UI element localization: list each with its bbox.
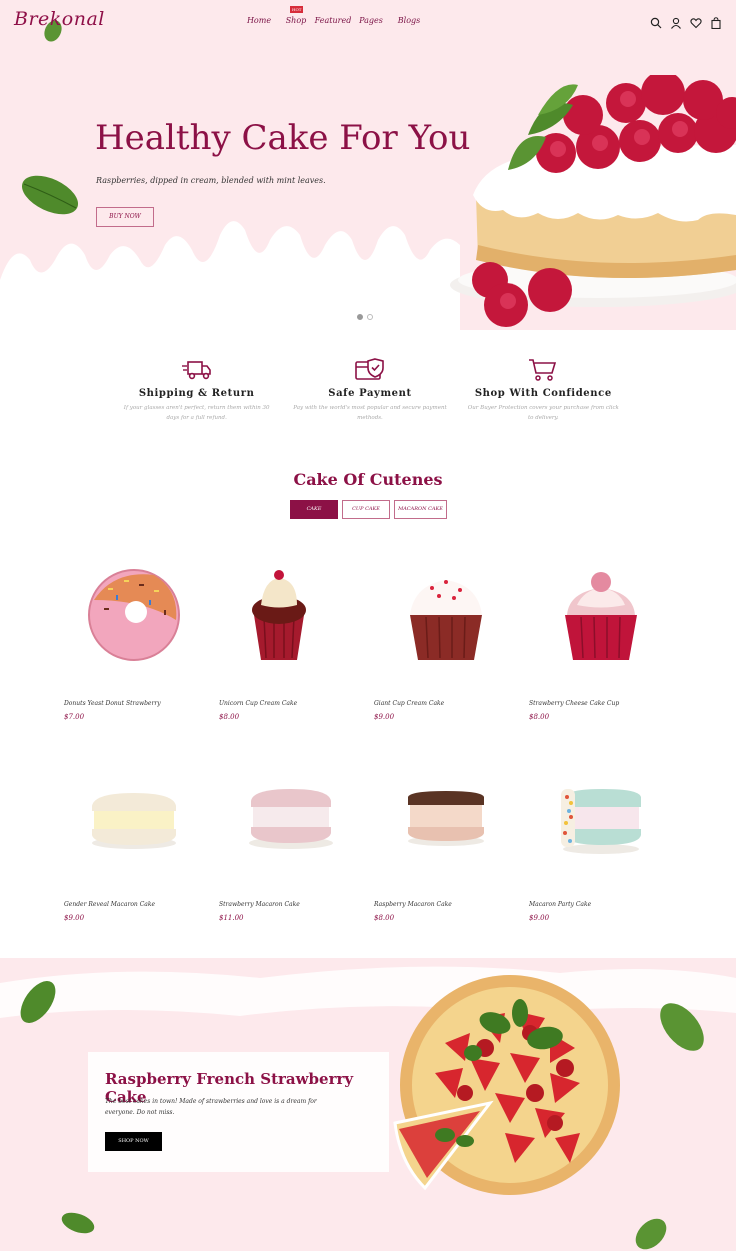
product-card[interactable]: Macaron Party Cake $9.00: [529, 761, 669, 922]
main-nav: Home HOT Shop Featured Pages Blogs: [240, 6, 428, 25]
tab-macaron-cake[interactable]: MACARON CAKE: [394, 500, 447, 519]
product-card[interactable]: Gender Reveal Macaron Cake $9.00: [64, 761, 204, 922]
slider-dot-1[interactable]: [357, 314, 363, 320]
bag-icon[interactable]: [710, 14, 722, 30]
product-image-macaron[interactable]: [64, 761, 184, 881]
product-name[interactable]: Macaron Party Cake: [529, 901, 591, 908]
leaf-decoration: [635, 1218, 667, 1250]
banner-card: Raspberry French Strawberry Cake The bes…: [88, 1052, 389, 1172]
product-image-cupcake[interactable]: [529, 560, 649, 680]
leaf-decoration: [61, 1212, 95, 1234]
feature-title: Safe Payment: [328, 388, 412, 399]
product-price: $9.00: [64, 914, 85, 922]
shield-card-icon: [355, 358, 384, 380]
product-name[interactable]: Gender Reveal Macaron Cake: [64, 901, 155, 908]
tab-cup-cake[interactable]: CUP CAKE: [342, 500, 390, 519]
product-card[interactable]: Unicorn Cup Cream Cake $8.00: [219, 560, 359, 721]
product-name[interactable]: Strawberry Cheese Cake Cup: [529, 700, 619, 707]
product-image-macaron[interactable]: [374, 761, 494, 881]
nav-pages[interactable]: Pages: [352, 16, 390, 25]
brush-stroke-decoration: [0, 966, 736, 1018]
slider-dot-2[interactable]: [367, 314, 373, 320]
features-row: Shipping & Return If your glasses aren't…: [110, 358, 630, 423]
header-icons: [650, 14, 722, 30]
product-price: $8.00: [219, 713, 240, 721]
product-image-donut[interactable]: [64, 560, 184, 680]
banner-tart-image: [393, 975, 620, 1195]
tab-cake[interactable]: CAKE: [290, 500, 338, 519]
feature-text: Pay with the world's most popular and se…: [293, 405, 447, 421]
feature-text: Our Buyer Protection covers your purchas…: [467, 405, 619, 421]
feature-shipping: Shipping & Return If your glasses aren't…: [110, 358, 283, 423]
nav-featured[interactable]: Featured: [314, 16, 352, 25]
feature-title: Shipping & Return: [138, 388, 255, 399]
buy-now-button[interactable]: BUY NOW: [96, 207, 154, 227]
product-price: $9.00: [374, 713, 395, 721]
nav-shop-label: Shop: [285, 16, 307, 25]
product-name[interactable]: Strawberry Macaron Cake: [219, 901, 300, 908]
hero-title: Healthy Cake For You: [95, 118, 471, 158]
product-card[interactable]: Donuts Yeast Donut Strawberry $7.00: [64, 560, 204, 721]
hero-cake-image: [450, 75, 736, 327]
nav-shop[interactable]: HOT Shop: [278, 6, 314, 25]
heart-icon[interactable]: [690, 14, 702, 29]
truck-icon: [181, 361, 211, 380]
product-price: $7.00: [64, 713, 85, 721]
feature-title: Shop With Confidence: [474, 388, 612, 399]
product-name[interactable]: Unicorn Cup Cream Cake: [219, 700, 297, 707]
product-price: $8.00: [529, 713, 550, 721]
hero-subtitle: Raspberries, dipped in cream, blended wi…: [96, 176, 326, 185]
section-title: Cake Of Cutenes: [293, 470, 443, 489]
product-tabs: CAKE CUP CAKE MACARON CAKE: [290, 500, 447, 519]
cart-icon: [529, 359, 557, 381]
search-icon[interactable]: [650, 14, 662, 29]
feature-confidence: Shop With Confidence Our Buyer Protectio…: [457, 358, 630, 423]
product-card[interactable]: Strawberry Cheese Cake Cup $8.00: [529, 560, 669, 721]
product-image-cupcake[interactable]: [374, 560, 494, 680]
leaf-decoration: [660, 1003, 704, 1051]
product-name[interactable]: Donuts Yeast Donut Strawberry: [64, 700, 161, 707]
product-price: $11.00: [219, 914, 244, 922]
product-card[interactable]: Raspberry Macaron Cake $8.00: [374, 761, 514, 922]
product-image-macaron[interactable]: [219, 761, 339, 881]
product-image-cupcake[interactable]: [219, 560, 339, 680]
product-price: $9.00: [529, 914, 550, 922]
nav-home[interactable]: Home: [240, 16, 278, 25]
hero-section: Brekonal Home HOT Shop Featured Pages Bl…: [0, 0, 736, 330]
nav-blogs[interactable]: Blogs: [390, 16, 428, 25]
product-card[interactable]: Strawberry Macaron Cake $11.00: [219, 761, 359, 922]
feature-payment: Safe Payment Pay with the world's most p…: [283, 358, 456, 423]
banner-text: The best cakes in town! Made of strawber…: [105, 1098, 317, 1116]
user-icon[interactable]: [670, 14, 682, 29]
product-price: $8.00: [374, 914, 395, 922]
logo[interactable]: Brekonal: [14, 8, 105, 30]
product-name[interactable]: Raspberry Macaron Cake: [374, 901, 452, 908]
promo-banner: Raspberry French Strawberry Cake The bes…: [0, 958, 736, 1251]
product-card[interactable]: Giant Cup Cream Cake $9.00: [374, 560, 514, 721]
hot-badge: HOT: [290, 6, 304, 13]
product-image-macaron[interactable]: [529, 761, 649, 881]
feature-text: If your glasses aren't perfect, return t…: [123, 405, 270, 421]
shop-now-button[interactable]: SHOP NOW: [105, 1132, 162, 1151]
slider-dots: [357, 314, 373, 320]
leaf-decoration: [20, 980, 56, 1024]
product-name[interactable]: Giant Cup Cream Cake: [374, 700, 444, 707]
